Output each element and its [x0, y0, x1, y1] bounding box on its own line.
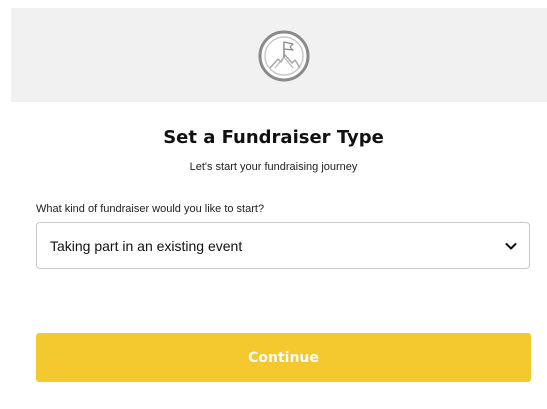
page-subtitle: Let's start your fundraising journey	[189, 161, 358, 173]
continue-button[interactable]: Continue	[36, 333, 531, 382]
chevron-down-icon	[505, 243, 517, 250]
fundraiser-type-page: Set a Fundraiser Type Let's start your f…	[0, 0, 547, 409]
fundraiser-type-select[interactable]: Taking part in an existing event	[36, 222, 530, 269]
fundraiser-type-label: What kind of fundraiser would you like t…	[36, 203, 265, 215]
page-title: Set a Fundraiser Type	[163, 127, 384, 148]
flag-mountain-logo-icon	[258, 30, 310, 82]
fundraiser-type-selected-value: Taking part in an existing event	[50, 238, 243, 254]
